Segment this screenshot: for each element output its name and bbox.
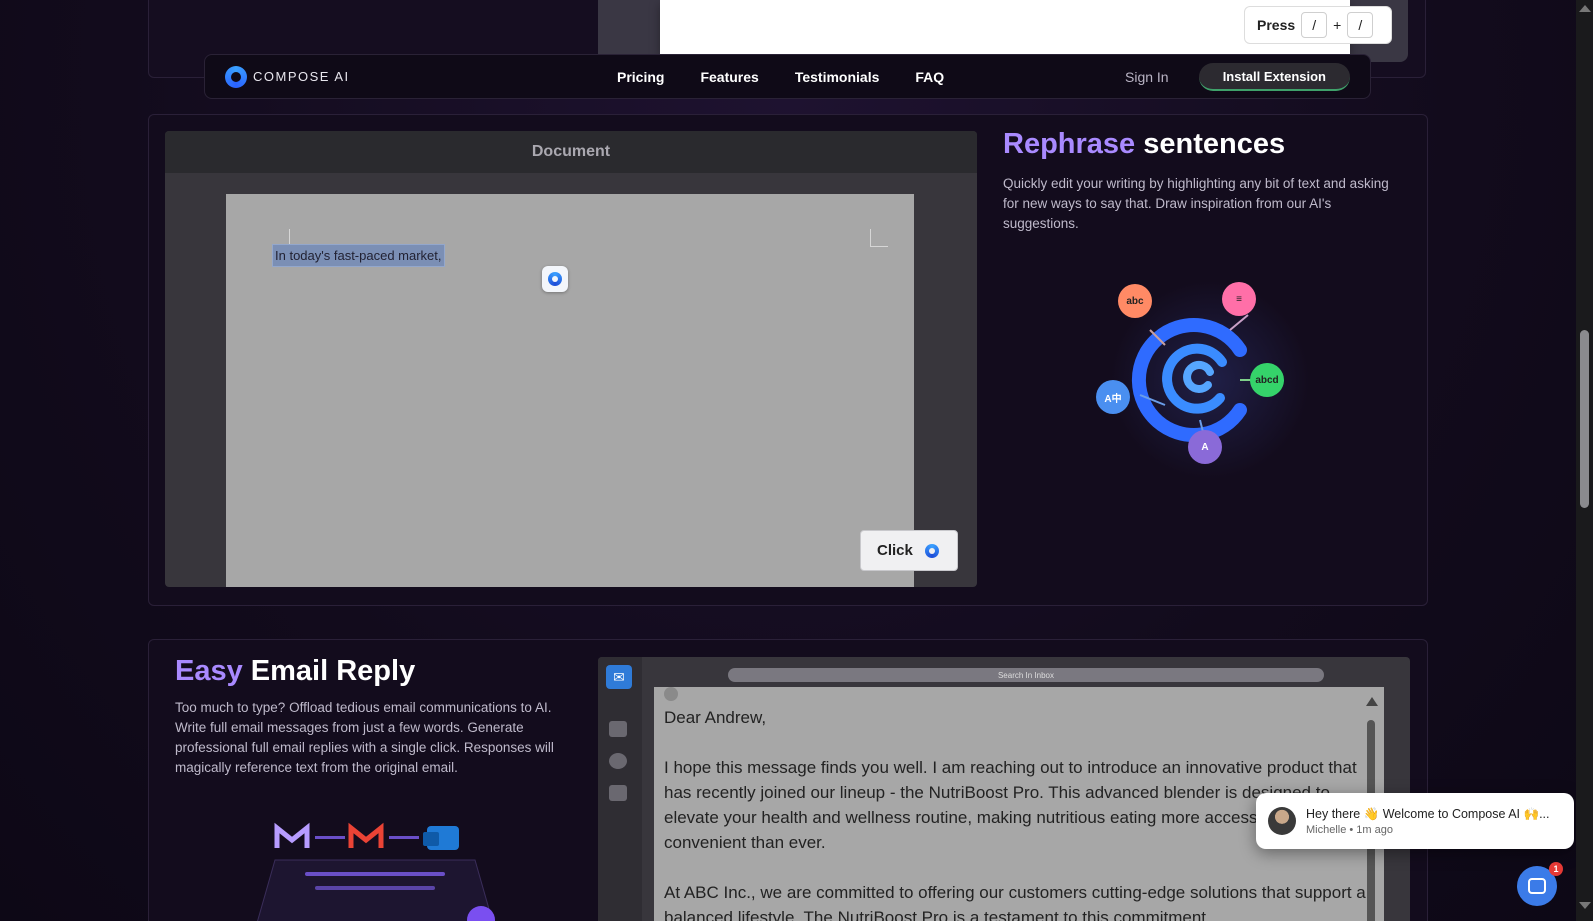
nav-link-pricing[interactable]: Pricing bbox=[617, 69, 664, 85]
mail-icon[interactable]: ✉ bbox=[606, 665, 632, 689]
inbox-icon[interactable] bbox=[609, 721, 627, 737]
page: Press / + / COMPOSE AI Pricing Features … bbox=[0, 0, 1576, 921]
translate-bubble-icon: A中 bbox=[1096, 380, 1130, 414]
scroll-down-arrow-icon[interactable] bbox=[1579, 902, 1591, 909]
email-greeting: Dear Andrew, bbox=[664, 708, 767, 727]
compose-ai-logo[interactable]: COMPOSE AI bbox=[225, 65, 350, 88]
compose-logo-icon bbox=[225, 65, 247, 88]
email-client-demo: ✉ Search In Inbox Dear Andrew, I hope th… bbox=[598, 657, 1410, 921]
sent-icon[interactable] bbox=[609, 753, 627, 769]
compose-floating-icon[interactable] bbox=[542, 266, 568, 292]
email-paragraph: At ABC Inc., we are committed to offerin… bbox=[664, 883, 1366, 921]
rephrase-heading: Rephrase sentences bbox=[1003, 128, 1285, 161]
email-heading-rest: Email Reply bbox=[242, 655, 416, 687]
page-scrollbar[interactable] bbox=[1576, 0, 1593, 921]
unread-badge: 1 bbox=[1549, 862, 1563, 876]
summary-bubble-icon: ≡ bbox=[1222, 282, 1256, 316]
page-corner-mark bbox=[870, 229, 888, 247]
archive-icon[interactable] bbox=[609, 785, 627, 801]
email-heading: Easy Email Reply bbox=[175, 655, 415, 688]
scrollbar-thumb[interactable] bbox=[1580, 330, 1589, 508]
rephrase-heading-rest: sentences bbox=[1135, 128, 1286, 160]
nav-link-features[interactable]: Features bbox=[700, 69, 758, 85]
email-heading-accent: Easy bbox=[175, 655, 243, 687]
selected-text[interactable]: In today's fast-paced market, bbox=[272, 244, 445, 267]
document-title: Document bbox=[165, 131, 977, 173]
nav-links: Pricing Features Testimonials FAQ bbox=[617, 69, 944, 85]
agent-avatar bbox=[1268, 807, 1296, 835]
shortcut-key-1: / bbox=[1301, 12, 1328, 38]
tone-bubble-icon: A bbox=[1188, 430, 1222, 464]
document-page: In today's fast-paced market, bbox=[226, 194, 914, 587]
compose-logo-icon bbox=[924, 543, 939, 558]
press-label: Press bbox=[1257, 17, 1296, 33]
inbox-search-input[interactable]: Search In Inbox bbox=[728, 668, 1324, 682]
rephrase-description: Quickly edit your writing by highlightin… bbox=[1003, 176, 1389, 231]
scroll-up-arrow-icon[interactable] bbox=[1579, 5, 1591, 12]
keyboard-shortcut-hint: Press / + / bbox=[1244, 6, 1392, 44]
nav-link-faq[interactable]: FAQ bbox=[915, 69, 944, 85]
shortcut-key-2: / bbox=[1347, 12, 1374, 38]
email-clients-illustration bbox=[257, 822, 495, 921]
install-extension-button[interactable]: Install Extension bbox=[1198, 63, 1350, 91]
email-sidebar: ✉ bbox=[598, 657, 642, 921]
spellcheck-bubble-icon: abc bbox=[1118, 284, 1152, 318]
chat-icon bbox=[1528, 878, 1546, 894]
compose-logo-icon bbox=[548, 272, 562, 286]
chat-meta: Michelle • 1m ago bbox=[1306, 823, 1394, 836]
top-navbar: COMPOSE AI Pricing Features Testimonials… bbox=[204, 54, 1371, 99]
chat-preview-popup[interactable]: Hey there 👋 Welcome to Compose AI 🙌... M… bbox=[1256, 793, 1574, 849]
document-demo: Document In today's fast-paced market, C… bbox=[165, 131, 977, 587]
rewrite-bubble-icon: abcd bbox=[1250, 363, 1284, 397]
rephrase-illustration: abc ≡ abcd A中 A bbox=[1090, 270, 1320, 480]
sender-avatar bbox=[664, 687, 678, 701]
chat-message: Hey there 👋 Welcome to Compose AI 🙌... bbox=[1306, 806, 1550, 821]
scroll-up-icon[interactable] bbox=[1366, 697, 1378, 706]
click-compose-button[interactable]: Click bbox=[860, 530, 958, 571]
email-description: Too much to type? Offload tedious email … bbox=[175, 700, 554, 775]
logo-text: COMPOSE AI bbox=[253, 69, 350, 84]
sign-in-link[interactable]: Sign In bbox=[1125, 69, 1169, 85]
rephrase-heading-accent: Rephrase bbox=[1003, 128, 1136, 160]
chat-preview-text: Hey there 👋 Welcome to Compose AI 🙌... M… bbox=[1306, 807, 1550, 836]
click-label: Click bbox=[877, 542, 913, 559]
shortcut-plus: + bbox=[1333, 17, 1342, 33]
nav-link-testimonials[interactable]: Testimonials bbox=[795, 69, 880, 85]
